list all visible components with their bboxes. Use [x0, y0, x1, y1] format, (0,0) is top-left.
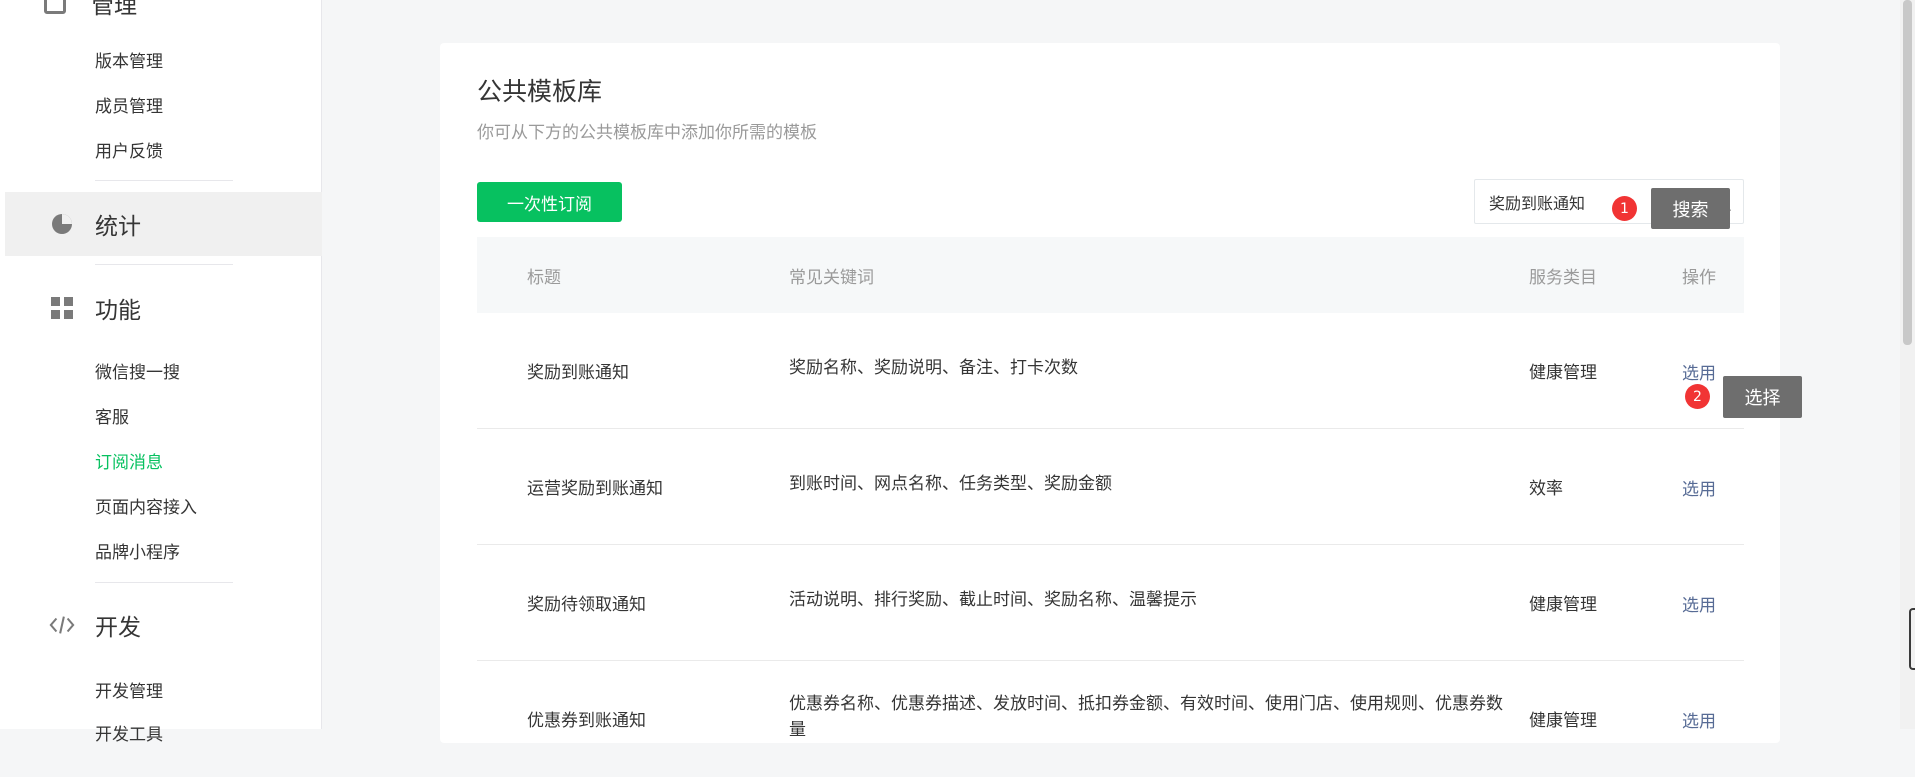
- sidebar-divider: [95, 582, 233, 583]
- row-title: 运营奖励到账通知: [527, 479, 663, 499]
- table-row: 运营奖励到账通知 到账时间、网点名称、任务类型、奖励金额 效率 选用: [477, 429, 1744, 545]
- select-link[interactable]: 选用: [1682, 359, 1716, 384]
- side-tab-handle[interactable]: [1909, 608, 1915, 670]
- sidebar-item-member-management[interactable]: 成员管理: [95, 92, 163, 117]
- row-category: 效率: [1529, 479, 1563, 499]
- sidebar-item-subscription-messages[interactable]: 订阅消息: [95, 448, 163, 473]
- row-keywords: 奖励名称、奖励说明、备注、打卡次数: [789, 358, 1078, 378]
- grid-icon: [49, 295, 75, 321]
- manage-icon: [44, 0, 66, 14]
- scrollbar-thumb[interactable]: [1903, 0, 1912, 345]
- row-title: 优惠券到账通知: [527, 711, 646, 731]
- annotation-badge-1: 1: [1612, 196, 1637, 221]
- sidebar-item-develop-tools[interactable]: 开发工具: [95, 720, 163, 745]
- sidebar-divider: [95, 180, 233, 181]
- one-time-subscription-button[interactable]: 一次性订阅: [477, 182, 622, 222]
- sidebar-group-label: 统计: [95, 214, 141, 240]
- annotation-badge-2: 2: [1685, 384, 1710, 409]
- column-header-category: 服务类目: [1529, 268, 1597, 288]
- select-link[interactable]: 选用: [1682, 707, 1716, 732]
- row-title: 奖励到账通知: [527, 363, 629, 383]
- code-icon: [49, 612, 75, 638]
- sidebar-item-user-feedback[interactable]: 用户反馈: [95, 137, 163, 162]
- row-category: 健康管理: [1529, 595, 1597, 615]
- sidebar-item-brand-mini-program[interactable]: 品牌小程序: [95, 538, 180, 563]
- sidebar-group-label: 开发: [95, 615, 141, 641]
- sidebar-item-wechat-search[interactable]: 微信搜一搜: [95, 358, 180, 383]
- sidebar-item-develop-management[interactable]: 开发管理: [95, 677, 163, 702]
- table-row: 奖励待领取通知 活动说明、排行奖励、截止时间、奖励名称、温馨提示 健康管理 选用: [477, 545, 1744, 661]
- annotation-tooltip-search: 搜索: [1651, 188, 1730, 229]
- sidebar-item-page-content-access[interactable]: 页面内容接入: [95, 493, 197, 518]
- row-keywords: 活动说明、排行奖励、截止时间、奖励名称、温馨提示: [789, 590, 1197, 610]
- page-title: 公共模板库: [477, 77, 603, 106]
- row-category: 健康管理: [1529, 711, 1597, 731]
- sidebar-item-version-management[interactable]: 版本管理: [95, 47, 163, 72]
- row-keywords: 优惠券名称、优惠券描述、发放时间、抵扣券金额、有效时间、使用门店、使用规则、优惠…: [789, 694, 1503, 740]
- sidebar-group-stats[interactable]: 统计: [5, 192, 322, 256]
- sidebar-group-develop[interactable]: 开发: [5, 593, 322, 657]
- pie-chart-icon: [49, 211, 75, 237]
- select-link[interactable]: 选用: [1682, 591, 1716, 616]
- sidebar-group-label: 管理: [91, 0, 137, 19]
- sidebar-divider: [95, 264, 233, 265]
- table-row: 优惠券到账通知 优惠券名称、优惠券描述、发放时间、抵扣券金额、有效时间、使用门店…: [477, 661, 1744, 777]
- sidebar-group-features[interactable]: 功能: [5, 276, 322, 340]
- row-category: 健康管理: [1529, 363, 1597, 383]
- sidebar-item-customer-service[interactable]: 客服: [95, 403, 129, 428]
- sidebar-group-manage[interactable]: 管理: [44, 0, 137, 20]
- sidebar-group-label: 功能: [95, 298, 141, 324]
- page-description: 你可从下方的公共模板库中添加你所需的模板: [477, 123, 817, 143]
- column-header-title: 标题: [527, 268, 561, 288]
- row-title: 奖励待领取通知: [527, 595, 646, 615]
- row-keywords: 到账时间、网点名称、任务类型、奖励金额: [789, 474, 1112, 494]
- select-link[interactable]: 选用: [1682, 475, 1716, 500]
- column-header-keywords: 常见关键词: [789, 268, 874, 288]
- annotation-tooltip-select: 选择: [1723, 376, 1802, 418]
- sidebar: 管理 版本管理 成员管理 用户反馈 统计 功能 微信搜一搜 客服 订阅消息 页面…: [0, 0, 322, 745]
- column-header-action: 操作: [1682, 268, 1716, 288]
- table-row: 奖励到账通知 奖励名称、奖励说明、备注、打卡次数 健康管理 选用: [477, 313, 1744, 429]
- table-header: 标题 常见关键词 服务类目 操作: [477, 237, 1744, 313]
